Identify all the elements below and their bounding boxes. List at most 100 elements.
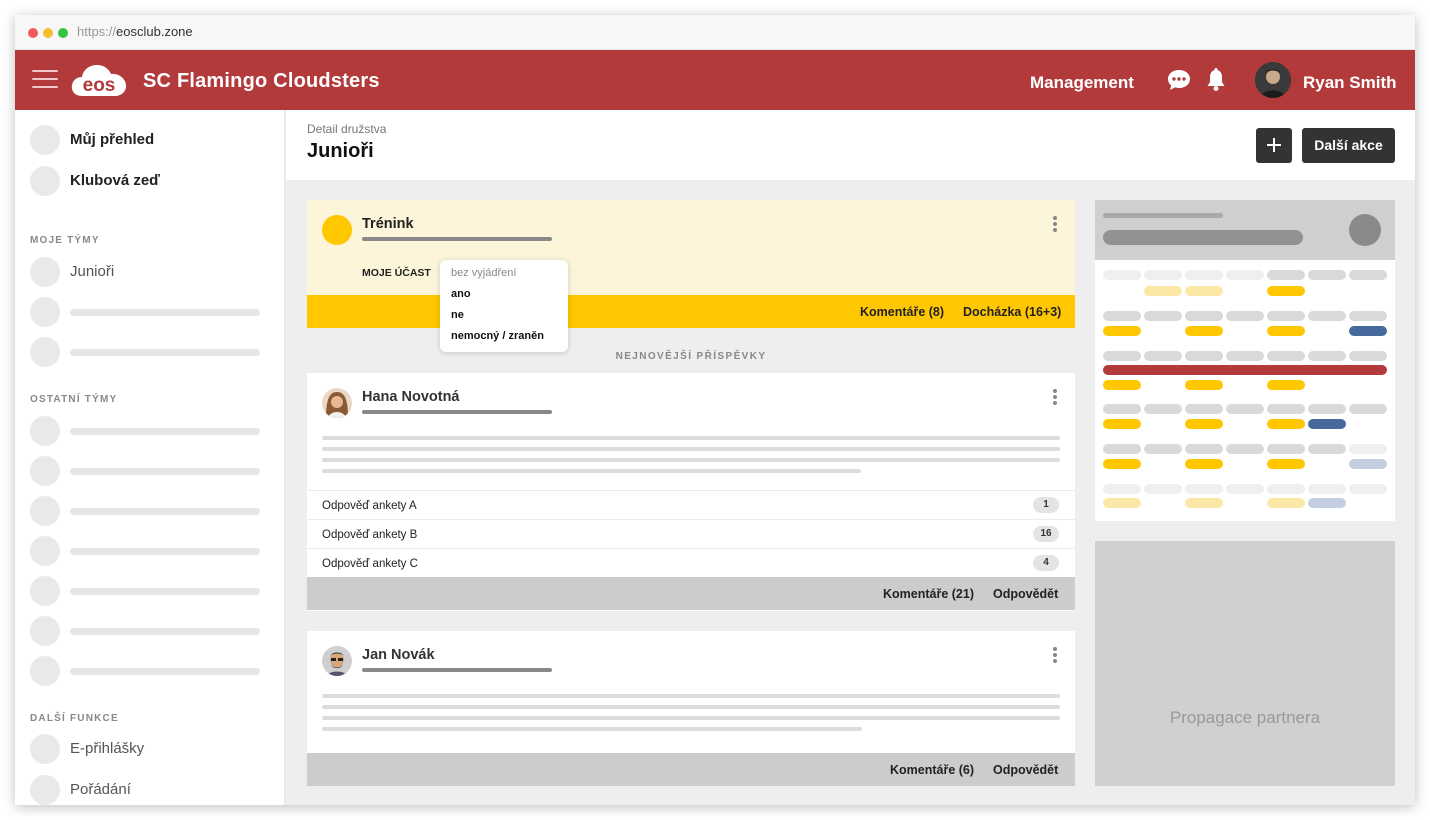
partner-promo[interactable]: Propagace partnera bbox=[1095, 541, 1395, 786]
calendar-event[interactable] bbox=[1267, 498, 1305, 508]
calendar-event[interactable] bbox=[1267, 286, 1305, 296]
sidebar-item-placeholder[interactable] bbox=[30, 496, 275, 526]
calendar-day bbox=[1226, 351, 1264, 361]
attendance-link[interactable]: Docházka (16+3) bbox=[963, 305, 1061, 319]
close-window-button[interactable] bbox=[28, 28, 38, 38]
sidebar: Můj přehled Klubová zeď MOJE TÝMY Junioř… bbox=[15, 110, 285, 805]
sidebar-item-placeholder[interactable] bbox=[30, 337, 275, 367]
calendar-event[interactable] bbox=[1349, 326, 1387, 336]
option-no[interactable]: ne bbox=[451, 309, 464, 321]
event-title[interactable]: Trénink bbox=[362, 216, 414, 232]
calendar-day bbox=[1103, 311, 1141, 321]
calendar-widget[interactable] bbox=[1095, 200, 1395, 521]
calendar-event[interactable] bbox=[1103, 498, 1141, 508]
sidebar-item-placeholder[interactable] bbox=[30, 297, 275, 327]
more-features-heading: DALŠÍ FUNKCE bbox=[30, 713, 119, 724]
sidebar-item-organizing[interactable]: Pořádání bbox=[30, 775, 275, 805]
event-card-footer: Komentáře (8) Docházka (16+3) bbox=[307, 295, 1075, 328]
add-button[interactable] bbox=[1256, 128, 1292, 163]
post-text-placeholder bbox=[322, 447, 1060, 451]
placeholder-bar bbox=[1103, 213, 1223, 218]
calendar-day bbox=[1349, 484, 1387, 494]
calendar-event[interactable] bbox=[1185, 498, 1223, 508]
calendar-event[interactable] bbox=[1103, 459, 1141, 469]
calendar-day bbox=[1103, 484, 1141, 494]
address-bar[interactable]: https://eosclub.zone bbox=[77, 24, 193, 39]
calendar-day bbox=[1267, 444, 1305, 454]
calendar-event[interactable] bbox=[1185, 380, 1223, 390]
calendar-event[interactable] bbox=[1267, 459, 1305, 469]
page-title: Junioři bbox=[307, 140, 374, 162]
poll-option[interactable]: Odpověď ankety C 4 bbox=[307, 548, 1075, 577]
calendar-event[interactable] bbox=[1185, 286, 1223, 296]
calendar-day bbox=[1103, 270, 1141, 280]
sidebar-item-juniors[interactable]: Junioři bbox=[30, 257, 275, 287]
placeholder-bar bbox=[362, 237, 552, 241]
post-comments-link[interactable]: Komentáře (21) bbox=[883, 587, 974, 601]
minimize-window-button[interactable] bbox=[43, 28, 53, 38]
sidebar-item-placeholder[interactable] bbox=[30, 616, 275, 646]
more-options-icon[interactable] bbox=[1053, 389, 1057, 405]
sidebar-item-placeholder[interactable] bbox=[30, 416, 275, 446]
calendar-day bbox=[1308, 311, 1346, 321]
calendar-day bbox=[1349, 444, 1387, 454]
calendar-event[interactable] bbox=[1103, 419, 1141, 429]
calendar-event[interactable] bbox=[1144, 286, 1182, 296]
sidebar-item-placeholder[interactable] bbox=[30, 536, 275, 566]
chat-icon[interactable] bbox=[1167, 69, 1191, 96]
calendar-multiday-event[interactable] bbox=[1103, 365, 1387, 375]
sidebar-item-placeholder[interactable] bbox=[30, 656, 275, 686]
option-yes[interactable]: ano bbox=[451, 288, 471, 300]
more-options-icon[interactable] bbox=[1053, 216, 1057, 232]
event-comments-link[interactable]: Komentáře (8) bbox=[860, 305, 944, 319]
eos-logo[interactable]: eos bbox=[70, 62, 128, 98]
more-options-icon[interactable] bbox=[1053, 647, 1057, 663]
reply-link[interactable]: Odpovědět bbox=[993, 763, 1058, 777]
calendar-day bbox=[1349, 404, 1387, 414]
post-author[interactable]: Jan Novák bbox=[362, 647, 435, 663]
author-avatar[interactable] bbox=[322, 388, 352, 418]
calendar-day bbox=[1226, 404, 1264, 414]
user-avatar[interactable] bbox=[1255, 62, 1291, 98]
browser-window: https://eosclub.zone eos SC Flamingo Clo… bbox=[15, 15, 1415, 805]
post-text-placeholder bbox=[322, 727, 862, 731]
breadcrumb[interactable]: Detail družstva bbox=[307, 122, 386, 136]
reply-link[interactable]: Odpovědět bbox=[993, 587, 1058, 601]
more-actions-button[interactable]: Další akce bbox=[1302, 128, 1395, 163]
calendar-day bbox=[1226, 484, 1264, 494]
calendar-event[interactable] bbox=[1185, 459, 1223, 469]
poll-option[interactable]: Odpověď ankety B 16 bbox=[307, 519, 1075, 548]
calendar-event[interactable] bbox=[1308, 498, 1346, 508]
option-sick-injured[interactable]: nemocný / zraněn bbox=[451, 330, 544, 342]
calendar-day bbox=[1267, 311, 1305, 321]
menu-icon[interactable] bbox=[32, 70, 58, 88]
poll-option[interactable]: Odpověď ankety A 1 bbox=[307, 490, 1075, 519]
sidebar-item-placeholder[interactable] bbox=[30, 456, 275, 486]
calendar-event[interactable] bbox=[1308, 419, 1346, 429]
option-no-response[interactable]: bez vyjádření bbox=[451, 267, 516, 279]
calendar-event[interactable] bbox=[1185, 419, 1223, 429]
club-name[interactable]: SC Flamingo Cloudsters bbox=[143, 70, 380, 93]
author-avatar[interactable] bbox=[322, 646, 352, 676]
post-author[interactable]: Hana Novotná bbox=[362, 389, 460, 405]
post-comments-link[interactable]: Komentáře (6) bbox=[890, 763, 974, 777]
calendar-event[interactable] bbox=[1349, 459, 1387, 469]
sidebar-item-e-applications[interactable]: E-přihlášky bbox=[30, 734, 275, 764]
sidebar-item-overview[interactable]: Můj přehled bbox=[30, 125, 275, 155]
participation-dropdown[interactable]: bez vyjádření ano ne nemocný / zraněn bbox=[440, 260, 568, 352]
calendar-event[interactable] bbox=[1267, 419, 1305, 429]
maximize-window-button[interactable] bbox=[58, 28, 68, 38]
calendar-event[interactable] bbox=[1185, 326, 1223, 336]
management-link[interactable]: Management bbox=[1030, 73, 1134, 93]
user-name[interactable]: Ryan Smith bbox=[1303, 73, 1397, 93]
calendar-event[interactable] bbox=[1103, 380, 1141, 390]
team-icon bbox=[30, 656, 60, 686]
bell-icon[interactable] bbox=[1205, 68, 1227, 97]
sidebar-item-label: Můj přehled bbox=[70, 131, 155, 148]
sidebar-item-club-wall[interactable]: Klubová zeď bbox=[30, 166, 275, 196]
organizing-icon bbox=[30, 775, 60, 805]
calendar-event[interactable] bbox=[1267, 380, 1305, 390]
sidebar-item-placeholder[interactable] bbox=[30, 576, 275, 606]
calendar-event[interactable] bbox=[1267, 326, 1305, 336]
calendar-event[interactable] bbox=[1103, 326, 1141, 336]
